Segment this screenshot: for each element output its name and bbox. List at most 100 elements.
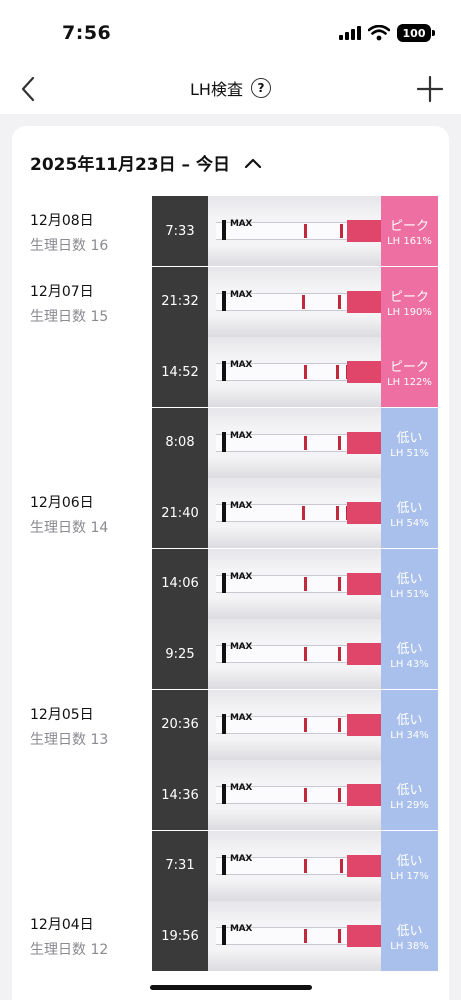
test-strip-image: MAX bbox=[208, 407, 381, 478]
test-row[interactable]: 14:06 MAX 低い LH 51% bbox=[152, 548, 438, 619]
day-date: 12月05日 bbox=[30, 707, 94, 723]
day-group-dec07: 12月07日 生理日数 15 bbox=[30, 281, 108, 326]
test-strip-image: MAX bbox=[208, 478, 381, 548]
strip-max-label: MAX bbox=[230, 571, 252, 582]
strip-max-label: MAX bbox=[230, 783, 252, 793]
result-level: ピーク bbox=[389, 219, 429, 234]
lh-percentage: LH 29% bbox=[390, 800, 429, 811]
strip-max-label: MAX bbox=[230, 853, 252, 864]
day-date: 12月08日 bbox=[30, 213, 94, 229]
status-time: 7:56 bbox=[62, 22, 112, 44]
cycle-day: 生理日数 12 bbox=[30, 942, 109, 958]
result-level: 低い bbox=[396, 924, 423, 939]
add-button[interactable] bbox=[415, 74, 445, 104]
test-strip-image: MAX bbox=[208, 760, 381, 830]
test-row[interactable]: 19:56 MAX 低い LH 38% bbox=[152, 901, 438, 971]
test-row[interactable]: 20:36 MAX 低い LH 34% bbox=[152, 689, 438, 760]
test-time: 8:08 bbox=[152, 407, 208, 478]
result-level: 低い bbox=[396, 783, 423, 798]
result-badge-low: 低い LH 54% bbox=[381, 478, 438, 548]
test-row[interactable]: 7:33 MAX ピーク LH 161% bbox=[152, 196, 438, 266]
lh-percentage: LH 43% bbox=[390, 659, 429, 670]
test-strip-image: MAX bbox=[208, 619, 381, 689]
test-strip-image: MAX bbox=[208, 548, 381, 619]
status-icons: 100 bbox=[339, 24, 435, 42]
result-badge-low: 低い LH 38% bbox=[381, 901, 438, 971]
test-row[interactable]: 7:31 MAX 低い LH 17% bbox=[152, 830, 438, 901]
nav-title-group: LH検査 ? bbox=[0, 76, 461, 100]
cycle-day: 生理日数 14 bbox=[30, 520, 109, 536]
test-strip-image: MAX bbox=[208, 689, 381, 760]
day-group-dec08: 12月08日 生理日数 16 bbox=[30, 210, 108, 255]
test-row[interactable]: 14:52 MAX ピーク LH 122% bbox=[152, 337, 438, 407]
lh-percentage: LH 51% bbox=[390, 447, 429, 459]
day-date: 12月06日 bbox=[30, 495, 94, 511]
lh-percentage: LH 54% bbox=[390, 518, 429, 529]
day-date: 12月07日 bbox=[30, 284, 94, 300]
wifi-icon bbox=[368, 25, 390, 41]
home-indicator bbox=[150, 985, 312, 990]
strip-max-label: MAX bbox=[230, 501, 252, 511]
test-strip-image: MAX bbox=[208, 901, 381, 971]
battery-icon: 100 bbox=[397, 24, 435, 42]
result-level: 低い bbox=[396, 501, 423, 516]
test-strip-image: MAX bbox=[208, 266, 381, 337]
test-row[interactable]: 14:36 MAX 低い LH 29% bbox=[152, 760, 438, 830]
chevron-up-icon bbox=[244, 158, 262, 168]
result-badge-low: 低い LH 51% bbox=[381, 548, 438, 619]
test-time: 9:25 bbox=[152, 619, 208, 689]
test-time: 14:52 bbox=[152, 337, 208, 407]
lh-percentage: LH 122% bbox=[387, 377, 432, 388]
result-badge-low: 低い LH 17% bbox=[381, 830, 438, 901]
result-badge-low: 低い LH 29% bbox=[381, 760, 438, 830]
result-level: 低い bbox=[396, 571, 423, 587]
page-title: LH検査 bbox=[190, 80, 243, 99]
test-row[interactable]: 9:25 MAX 低い LH 43% bbox=[152, 619, 438, 689]
lh-percentage: LH 38% bbox=[390, 941, 429, 952]
test-time: 7:31 bbox=[152, 830, 208, 901]
lh-percentage: LH 51% bbox=[390, 588, 429, 600]
strip-max-label: MAX bbox=[230, 924, 252, 934]
date-range-toggle[interactable]: 2025年11月23日 – 今日 bbox=[30, 150, 262, 175]
result-badge-low: 低い LH 43% bbox=[381, 619, 438, 689]
test-row[interactable]: 21:40 MAX 低い LH 54% bbox=[152, 478, 438, 548]
strip-max-label: MAX bbox=[230, 430, 252, 441]
test-time: 21:40 bbox=[152, 478, 208, 548]
result-level: 低い bbox=[396, 430, 423, 446]
strip-max-label: MAX bbox=[230, 642, 252, 652]
lh-percentage: LH 161% bbox=[387, 236, 432, 247]
result-badge-low: 低い LH 51% bbox=[381, 407, 438, 478]
test-strip-image: MAX bbox=[208, 337, 381, 407]
result-level: ピーク bbox=[389, 360, 429, 375]
result-badge-peak: ピーク LH 190% bbox=[381, 266, 438, 337]
test-strip-image: MAX bbox=[208, 196, 381, 266]
strip-max-label: MAX bbox=[230, 289, 252, 300]
test-row[interactable]: 21:32 MAX ピーク LH 190% bbox=[152, 266, 438, 337]
date-range-label: 2025年11月23日 – 今日 bbox=[30, 155, 230, 175]
day-date: 12月04日 bbox=[30, 917, 94, 933]
test-time: 14:06 bbox=[152, 548, 208, 619]
strip-max-label: MAX bbox=[230, 360, 252, 370]
status-bar: 7:56 100 bbox=[0, 0, 461, 64]
result-level: 低い bbox=[396, 712, 423, 728]
navigation-bar: LH検査 ? bbox=[0, 64, 461, 114]
results-card: 2025年11月23日 – 今日 12月08日 生理日数 16 12月07日 生… bbox=[12, 126, 449, 1000]
cycle-day: 生理日数 13 bbox=[30, 732, 109, 748]
test-time: 21:32 bbox=[152, 266, 208, 337]
strip-max-label: MAX bbox=[230, 219, 252, 229]
lh-percentage: LH 34% bbox=[390, 729, 429, 741]
test-strip-image: MAX bbox=[208, 830, 381, 901]
test-time: 7:33 bbox=[152, 196, 208, 266]
result-level: ピーク bbox=[389, 289, 429, 305]
cycle-day: 生理日数 15 bbox=[30, 309, 109, 325]
lh-percentage: LH 17% bbox=[390, 870, 429, 882]
test-time: 20:36 bbox=[152, 689, 208, 760]
test-row[interactable]: 8:08 MAX 低い LH 51% bbox=[152, 407, 438, 478]
result-badge-low: 低い LH 34% bbox=[381, 689, 438, 760]
test-time: 14:36 bbox=[152, 760, 208, 830]
test-time: 19:56 bbox=[152, 901, 208, 971]
help-icon[interactable]: ? bbox=[250, 78, 271, 98]
result-level: 低い bbox=[396, 853, 423, 869]
strip-max-label: MAX bbox=[230, 712, 252, 723]
cycle-day: 生理日数 16 bbox=[30, 238, 109, 254]
